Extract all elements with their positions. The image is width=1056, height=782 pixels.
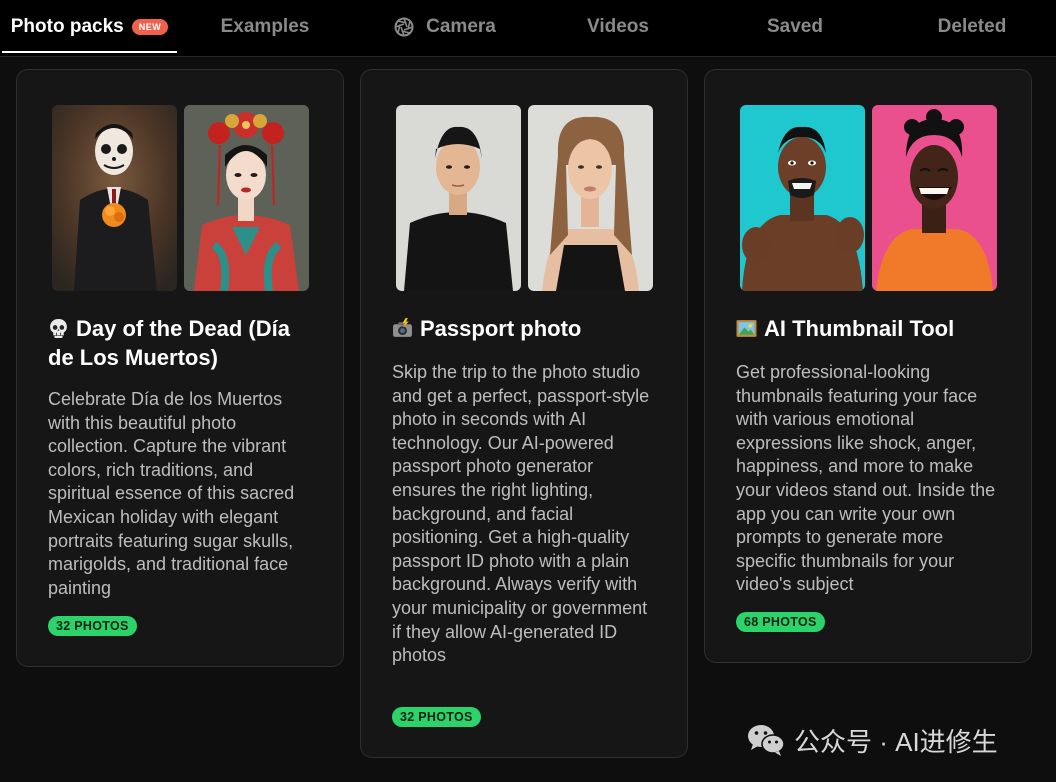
new-badge: NEW bbox=[131, 19, 169, 35]
pack-preview-image bbox=[740, 105, 865, 291]
watermark: 公众号 · AI进修生 bbox=[746, 722, 998, 758]
tab-videos[interactable]: Videos bbox=[568, 0, 668, 54]
tab-deleted[interactable]: Deleted bbox=[920, 0, 1024, 54]
card-description: Celebrate Día de los Muertos with this b… bbox=[48, 389, 295, 598]
photo-pack-card-ai-thumbnail-tool[interactable]: AI Thumbnail Tool Get professional-looki… bbox=[704, 69, 1032, 663]
pack-preview-image bbox=[52, 105, 177, 291]
framed-picture-icon bbox=[736, 320, 757, 337]
wechat-icon bbox=[748, 725, 785, 756]
tab-label: Photo packs bbox=[10, 16, 124, 37]
watermark-text: 公众号 · AI进修生 bbox=[794, 726, 998, 757]
photo-pack-card-passport-photo[interactable]: Passport photo Skip the trip to the phot… bbox=[360, 69, 688, 758]
tab-label: Camera bbox=[426, 16, 496, 37]
pack-preview-image bbox=[184, 105, 309, 291]
pack-preview-image bbox=[396, 105, 521, 291]
card-title-text: AI Thumbnail Tool bbox=[764, 316, 955, 341]
photo-count-badge: 32 PHOTOS bbox=[392, 707, 481, 727]
tab-saved[interactable]: Saved bbox=[750, 0, 840, 54]
card-description: Get professional-looking thumbnails feat… bbox=[736, 362, 996, 595]
pack-preview-image bbox=[528, 105, 653, 291]
card-title-text: Day of the Dead (Día de Los Muertos) bbox=[48, 316, 290, 370]
card-title: Passport photo bbox=[392, 314, 662, 343]
tab-label: Videos bbox=[587, 16, 649, 37]
card-description: Skip the trip to the photo studio and ge… bbox=[392, 362, 650, 666]
tab-label: Examples bbox=[220, 16, 310, 37]
tab-photo-packs[interactable]: Photo packs NEW bbox=[2, 0, 177, 54]
top-nav: Photo packs NEW Examples Camera Videos S… bbox=[0, 0, 1056, 57]
tab-label: Deleted bbox=[937, 16, 1007, 37]
tab-camera[interactable]: Camera bbox=[380, 0, 510, 54]
photo-count-badge: 32 PHOTOS bbox=[48, 616, 137, 636]
card-title-text: Passport photo bbox=[420, 316, 582, 341]
card-title: AI Thumbnail Tool bbox=[736, 314, 1006, 343]
aperture-icon bbox=[394, 17, 414, 37]
photo-count-badge: 68 PHOTOS bbox=[736, 612, 825, 632]
tab-examples[interactable]: Examples bbox=[205, 0, 325, 54]
photo-pack-card-day-of-the-dead[interactable]: Day of the Dead (Día de Los Muertos) Cel… bbox=[16, 69, 344, 667]
skull-icon bbox=[50, 319, 67, 338]
pack-preview-image bbox=[872, 105, 997, 291]
tab-label: Saved bbox=[767, 16, 823, 37]
card-title: Day of the Dead (Día de Los Muertos) bbox=[48, 314, 318, 372]
camera-flash-icon bbox=[393, 318, 412, 337]
